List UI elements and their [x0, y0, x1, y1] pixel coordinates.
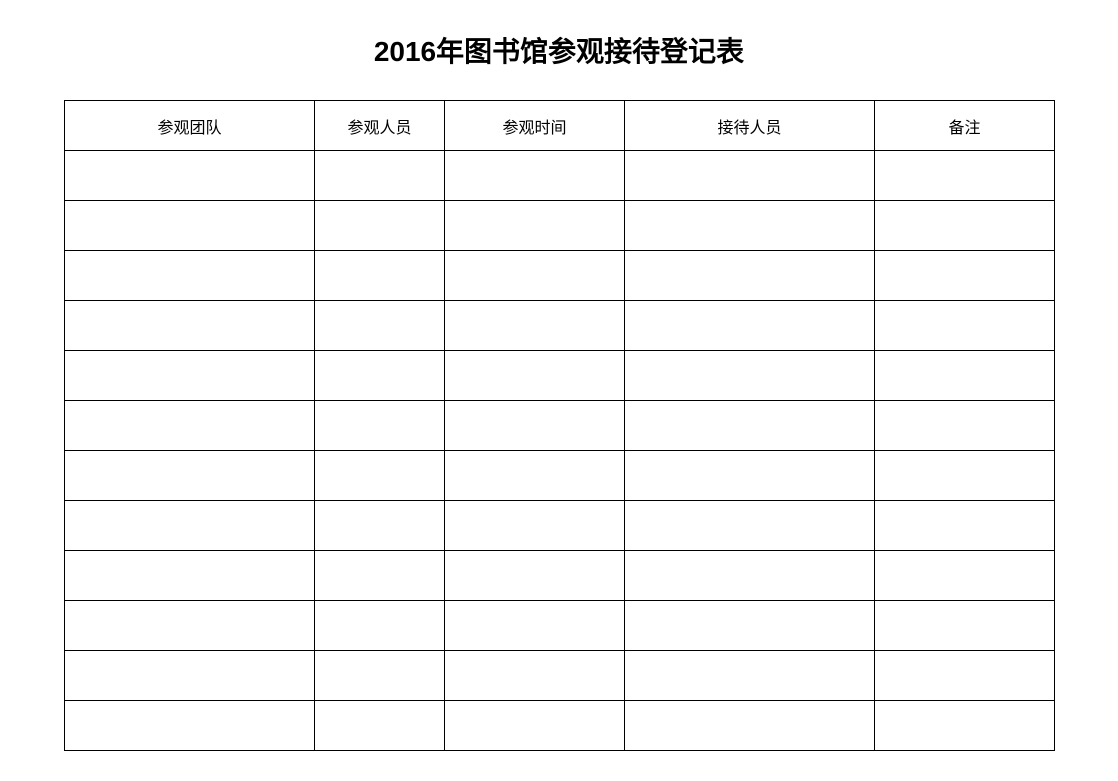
table-cell — [65, 301, 315, 351]
page-title: 2016年图书馆参观接待登记表 — [0, 30, 1118, 70]
table-cell — [65, 551, 315, 601]
table-row — [65, 551, 1055, 601]
table-cell — [625, 201, 875, 251]
table-cell — [875, 501, 1055, 551]
table-cell — [65, 201, 315, 251]
table-cell — [625, 451, 875, 501]
table-cell — [65, 601, 315, 651]
header-personnel: 参观人员 — [315, 101, 445, 151]
table-row — [65, 651, 1055, 701]
table-cell — [315, 501, 445, 551]
table-cell — [875, 451, 1055, 501]
table-cell — [875, 551, 1055, 601]
header-time: 参观时间 — [445, 101, 625, 151]
table-cell — [625, 701, 875, 751]
table-cell — [315, 701, 445, 751]
table-row — [65, 451, 1055, 501]
table-cell — [875, 201, 1055, 251]
table-cell — [315, 551, 445, 601]
table-cell — [445, 701, 625, 751]
table-row — [65, 251, 1055, 301]
table-row — [65, 351, 1055, 401]
table-cell — [875, 251, 1055, 301]
table-cell — [875, 701, 1055, 751]
table-cell — [625, 601, 875, 651]
table-cell — [315, 401, 445, 451]
table-cell — [315, 651, 445, 701]
table-cell — [445, 551, 625, 601]
table-cell — [65, 401, 315, 451]
table-cell — [65, 351, 315, 401]
table-cell — [315, 451, 445, 501]
table-cell — [65, 451, 315, 501]
table-row — [65, 601, 1055, 651]
table-cell — [315, 151, 445, 201]
table-cell — [875, 151, 1055, 201]
table-cell — [875, 351, 1055, 401]
table-cell — [445, 301, 625, 351]
table-cell — [445, 401, 625, 451]
table-row — [65, 701, 1055, 751]
table-cell — [625, 551, 875, 601]
table-cell — [625, 301, 875, 351]
table-cell — [625, 151, 875, 201]
header-remarks: 备注 — [875, 101, 1055, 151]
table-cell — [445, 351, 625, 401]
header-team: 参观团队 — [65, 101, 315, 151]
table-cell — [65, 701, 315, 751]
table-cell — [445, 451, 625, 501]
table-container: 参观团队 参观人员 参观时间 接待人员 备注 — [64, 100, 1054, 751]
table-cell — [875, 651, 1055, 701]
table-cell — [65, 151, 315, 201]
table-row — [65, 401, 1055, 451]
table-cell — [875, 401, 1055, 451]
table-cell — [315, 201, 445, 251]
table-cell — [625, 501, 875, 551]
table-cell — [445, 251, 625, 301]
table-cell — [315, 251, 445, 301]
table-row — [65, 301, 1055, 351]
table-cell — [625, 251, 875, 301]
table-row — [65, 201, 1055, 251]
table-cell — [315, 601, 445, 651]
table-row — [65, 501, 1055, 551]
table-cell — [445, 501, 625, 551]
table-row — [65, 151, 1055, 201]
table-cell — [65, 501, 315, 551]
table-cell — [875, 301, 1055, 351]
header-reception: 接待人员 — [625, 101, 875, 151]
registration-table: 参观团队 参观人员 参观时间 接待人员 备注 — [64, 100, 1055, 751]
table-cell — [65, 251, 315, 301]
table-cell — [625, 651, 875, 701]
table-cell — [445, 151, 625, 201]
table-cell — [315, 301, 445, 351]
table-header-row: 参观团队 参观人员 参观时间 接待人员 备注 — [65, 101, 1055, 151]
table-cell — [65, 651, 315, 701]
table-cell — [875, 601, 1055, 651]
table-cell — [625, 351, 875, 401]
table-cell — [315, 351, 445, 401]
table-cell — [445, 201, 625, 251]
table-cell — [625, 401, 875, 451]
table-cell — [445, 601, 625, 651]
table-cell — [445, 651, 625, 701]
